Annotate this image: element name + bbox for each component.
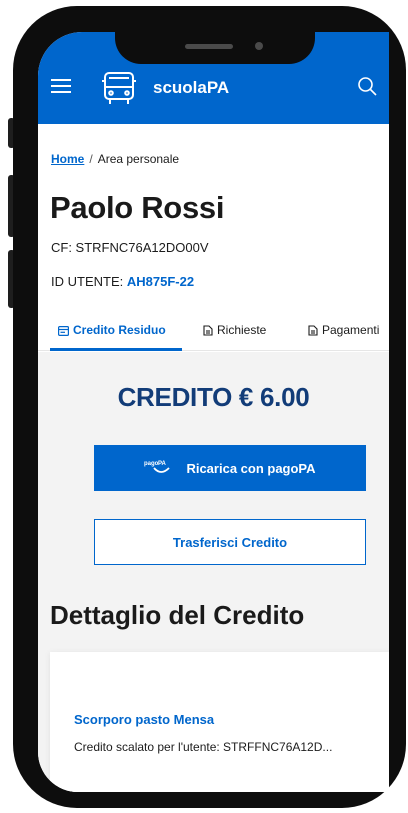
speaker: [185, 44, 233, 49]
wallet-icon: [58, 326, 70, 337]
app-title[interactable]: scuolaPA: [153, 78, 229, 98]
user-fiscal-code: CF: STRFNC76A12DO00V: [51, 240, 209, 255]
credit-amount: CREDITO € 6.00: [117, 382, 310, 412]
tab-richieste[interactable]: Richieste: [203, 323, 266, 337]
ricarica-button-label: Ricarica con pagoPA: [186, 460, 316, 476]
breadcrumb-current: Area personale: [97, 152, 180, 166]
front-camera: [255, 42, 263, 50]
user-name: Paolo Rossi: [50, 190, 225, 225]
tab-credito-residuo[interactable]: Credito Residuo: [58, 323, 166, 337]
document-icon: [308, 325, 318, 336]
active-tab-indicator: [50, 348, 182, 351]
hamburger-icon[interactable]: [51, 79, 71, 93]
svg-text:PA: PA: [158, 461, 167, 467]
screen: scuolaPA Home / Area personale Paolo Rossi…: [38, 32, 389, 792]
card-description: Credito scalato per l'utente: STRFFNC76A…: [74, 740, 333, 754]
phone-notch: [115, 32, 315, 64]
ricarica-pagopa-button[interactable]: pago PA Ricarica con pagoPA: [94, 445, 366, 491]
card-title[interactable]: Scorporo pasto Mensa: [74, 712, 214, 727]
credit-detail-card[interactable]: Scorporo pasto Mensa Credito scalato per…: [50, 652, 389, 792]
user-id-label: ID UTENTE:: [51, 274, 124, 289]
bus-icon: [100, 71, 138, 107]
trasferisci-button-label: Trasferisci Credito: [172, 534, 288, 550]
user-id: ID UTENTE: AH875F-22: [51, 274, 194, 289]
section-title: Dettaglio del Credito: [50, 600, 305, 630]
breadcrumb: Home / Area personale: [51, 152, 179, 166]
tab-bar: Credito Residuo Richieste Pagamenti: [38, 320, 389, 351]
breadcrumb-separator: /: [89, 152, 93, 166]
breadcrumb-home-link[interactable]: Home: [51, 152, 84, 166]
user-id-value: AH875F-22: [126, 274, 195, 289]
document-icon: [203, 325, 213, 336]
tab-label: Pagamenti: [322, 323, 380, 337]
tab-label: Credito Residuo: [73, 323, 166, 337]
trasferisci-credito-button[interactable]: Trasferisci Credito: [94, 519, 366, 565]
tab-label: Richieste: [217, 323, 267, 337]
tab-pagamenti[interactable]: Pagamenti: [308, 323, 379, 337]
pagopa-logo-icon: pago PA: [144, 458, 176, 479]
svg-text:pago: pago: [144, 461, 159, 467]
search-icon[interactable]: [357, 76, 377, 96]
